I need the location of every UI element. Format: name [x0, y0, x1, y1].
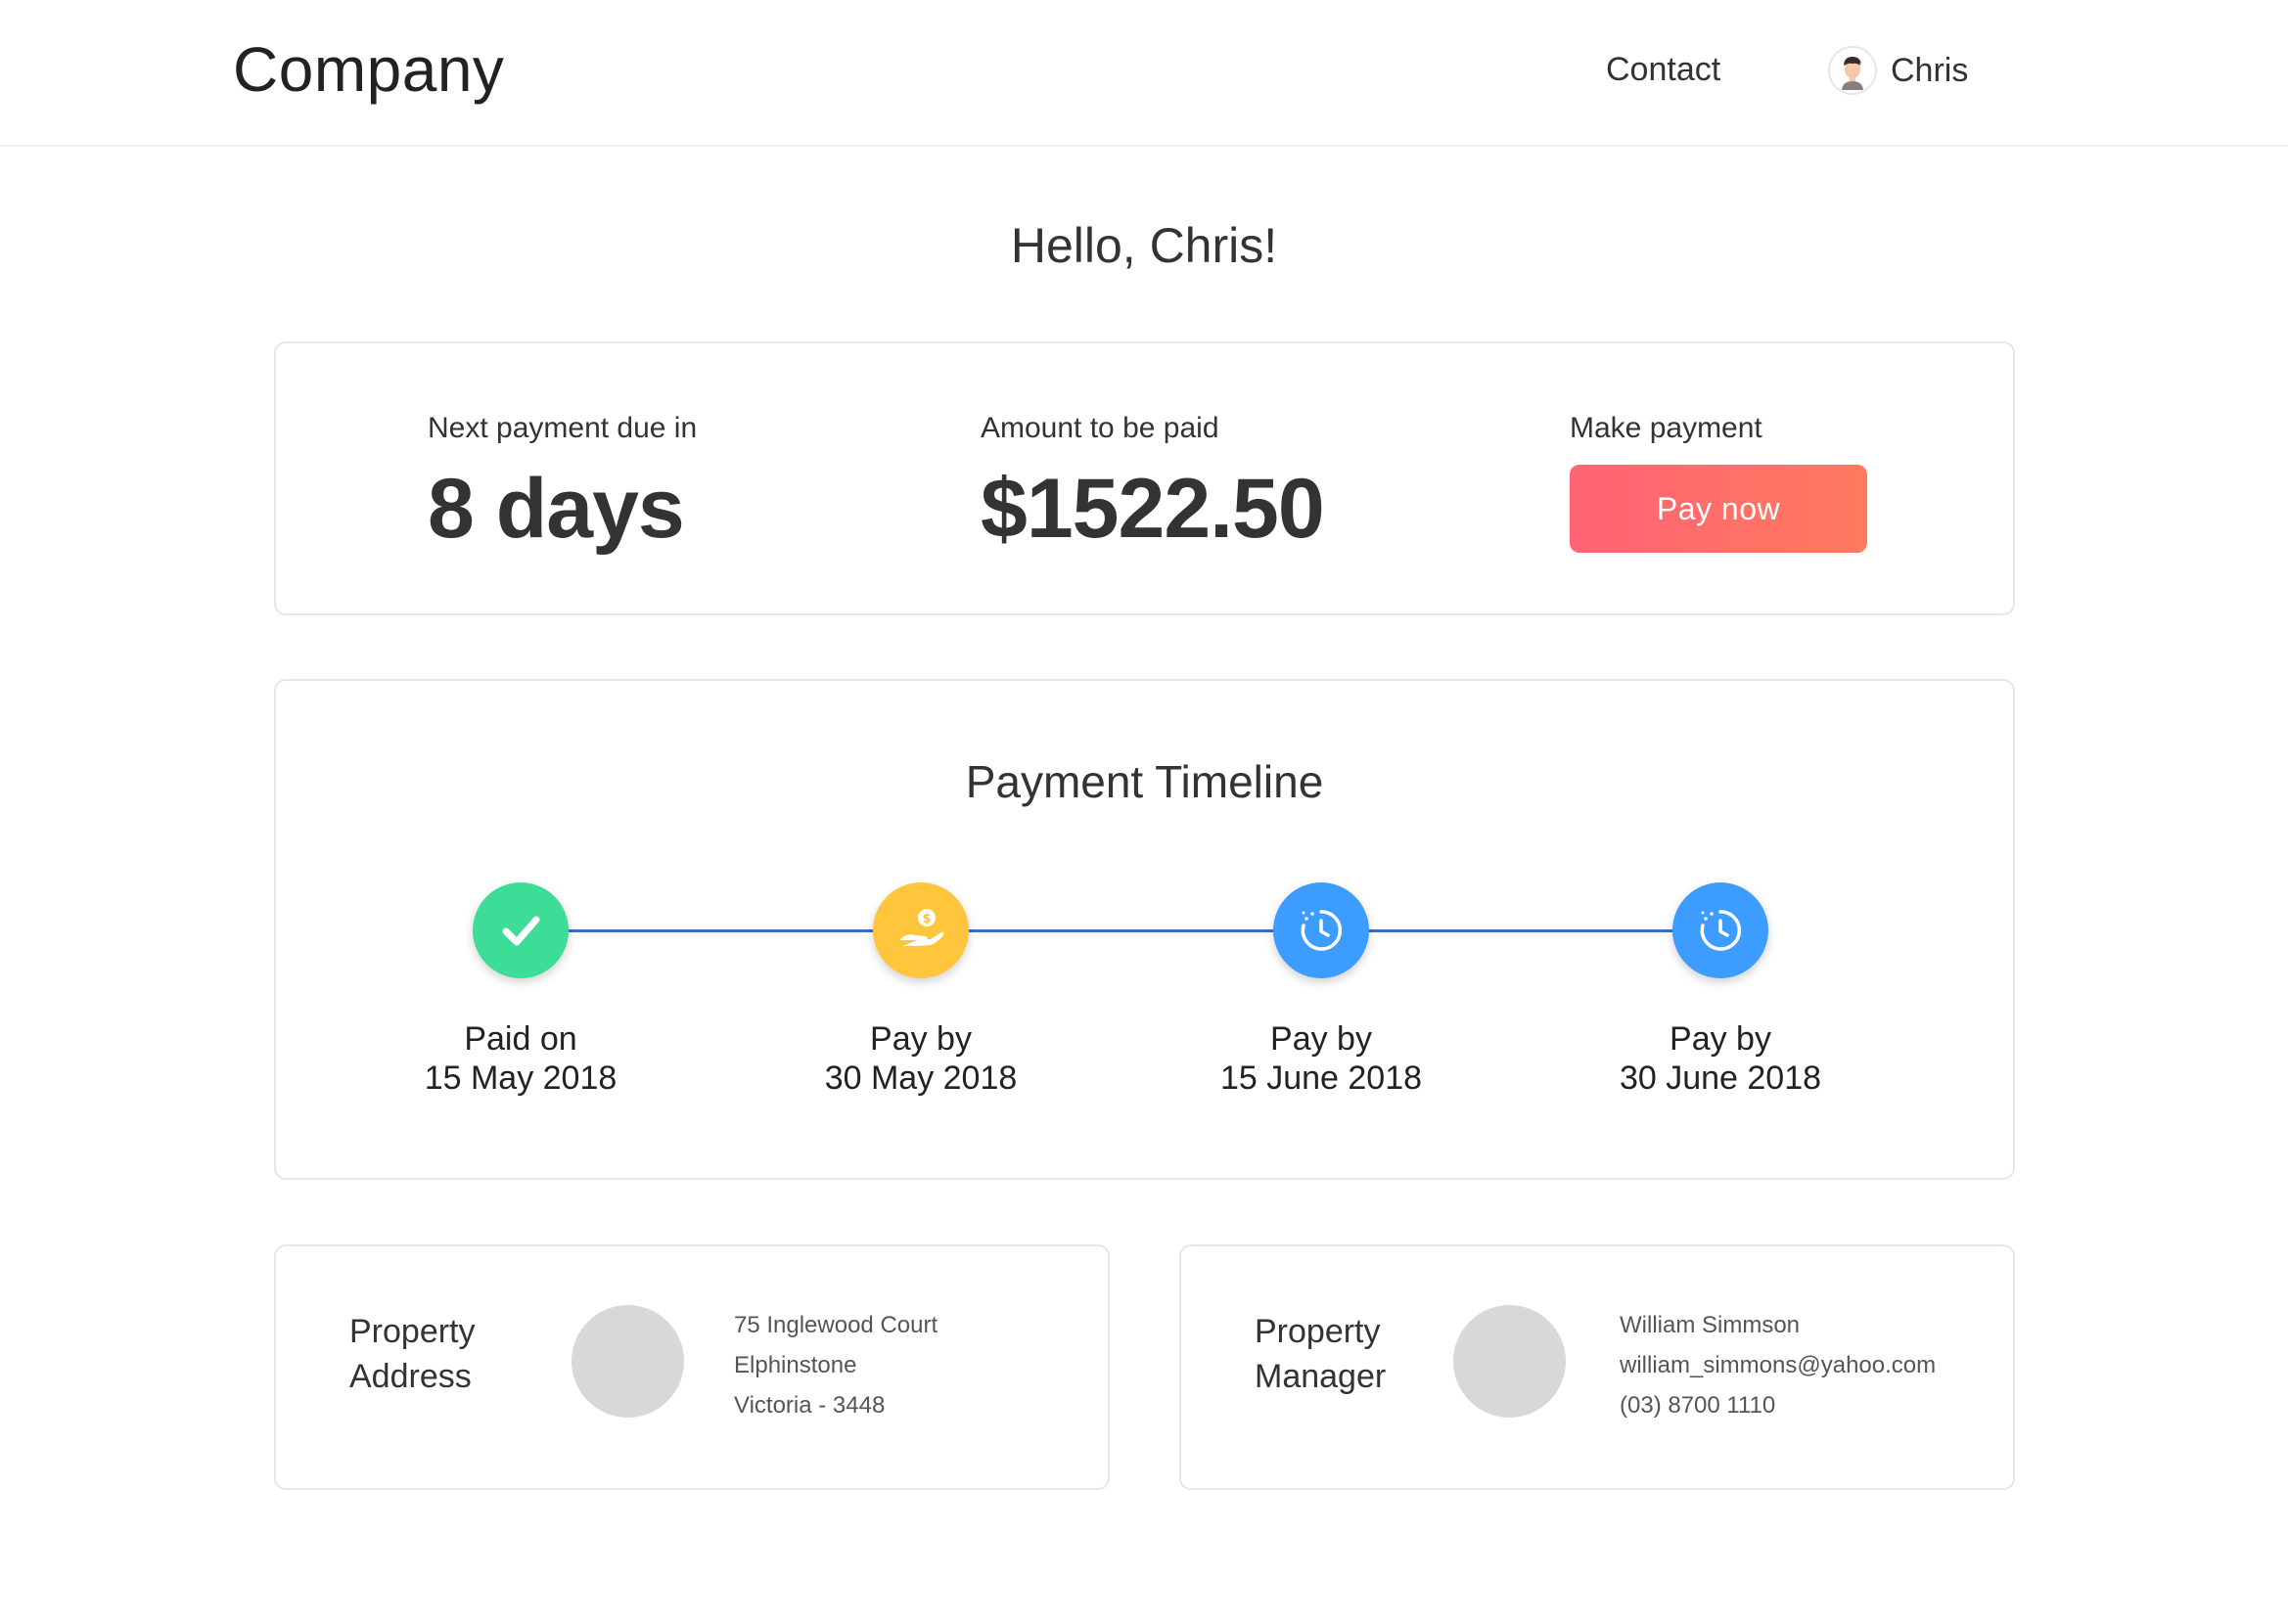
step-label-line1: Pay by — [1270, 1020, 1372, 1058]
title-line2: Address — [349, 1358, 472, 1395]
due-label: Next payment due in — [428, 412, 698, 444]
timer-icon — [1700, 910, 1742, 951]
company-logo[interactable]: Company — [233, 33, 504, 106]
step-label: Pay by 30 May 2018 — [774, 1019, 1068, 1098]
step-status-paid — [473, 882, 569, 978]
step-label-line1: Pay by — [1670, 1020, 1771, 1058]
timeline-step-paid: Paid on 15 May 2018 — [374, 882, 667, 1098]
property-address-lines: 75 Inglewood Court Elphinstone Victoria … — [734, 1305, 938, 1425]
amount-label: Amount to be paid — [981, 412, 1219, 444]
timeline-step-upcoming-2: Pay by 30 June 2018 — [1574, 882, 1867, 1098]
step-status-upcoming — [1672, 882, 1768, 978]
make-payment-label: Make payment — [1570, 412, 1762, 444]
step-label: Pay by 30 June 2018 — [1574, 1019, 1867, 1098]
payment-timeline-card: Payment Timeline Paid on 15 May 2018 $ P… — [274, 679, 2015, 1180]
manager-phone[interactable]: (03) 8700 1110 — [1620, 1385, 1936, 1425]
timer-icon — [1301, 910, 1343, 951]
hand-coin-icon: $ — [899, 909, 944, 947]
timeline-step-due: $ Pay by 30 May 2018 — [774, 882, 1068, 1098]
nav-contact-link[interactable]: Contact — [1606, 51, 1720, 89]
title-line1: Property — [1255, 1313, 1381, 1350]
title-line2: Manager — [1255, 1358, 1387, 1395]
avatar-face-icon — [1833, 51, 1872, 90]
property-address-card: Property Address 75 Inglewood Court Elph… — [274, 1244, 1110, 1490]
step-date: 30 May 2018 — [824, 1060, 1018, 1097]
check-icon — [502, 916, 540, 946]
step-label: Pay by 15 June 2018 — [1174, 1019, 1468, 1098]
property-photo-placeholder — [572, 1305, 684, 1418]
manager-photo-placeholder — [1453, 1305, 1566, 1418]
user-name[interactable]: Chris — [1891, 52, 1968, 90]
user-menu[interactable]: Chris — [1828, 44, 1968, 97]
make-payment-section: Make payment Pay now — [1570, 412, 1867, 553]
property-manager-title: Property Manager — [1255, 1309, 1450, 1399]
step-date: 15 May 2018 — [424, 1060, 618, 1097]
payment-summary-card: Next payment due in 8 days Amount to be … — [274, 341, 2015, 615]
manager-email[interactable]: william_simmons@yahoo.com — [1620, 1345, 1936, 1385]
next-payment-section: Next payment due in 8 days — [428, 412, 697, 558]
property-address-title: Property Address — [349, 1309, 545, 1399]
amount-section: Amount to be paid $1522.50 — [981, 412, 1325, 558]
title-line1: Property — [349, 1313, 476, 1350]
address-street: 75 Inglewood Court — [734, 1312, 938, 1338]
property-manager-card: Property Manager William Simmson william… — [1179, 1244, 2015, 1490]
property-manager-lines: William Simmson william_simmons@yahoo.co… — [1620, 1305, 1936, 1425]
step-label: Paid on 15 May 2018 — [374, 1019, 667, 1098]
step-date: 15 June 2018 — [1219, 1060, 1423, 1097]
top-header: Company Contact Chris — [0, 0, 2288, 147]
timeline-connector-line — [521, 929, 1720, 932]
address-suburb: Elphinstone — [734, 1352, 857, 1378]
timeline-step-upcoming-1: Pay by 15 June 2018 — [1174, 882, 1468, 1098]
due-value: 8 days — [428, 462, 685, 556]
user-avatar[interactable] — [1828, 46, 1877, 95]
pay-now-button[interactable]: Pay now — [1570, 465, 1867, 553]
step-status-upcoming — [1273, 882, 1369, 978]
timeline-title: Payment Timeline — [965, 756, 1324, 807]
step-date: 30 June 2018 — [1619, 1060, 1822, 1097]
step-status-due: $ — [873, 882, 969, 978]
amount-value: $1522.50 — [981, 462, 1325, 556]
step-label-line1: Pay by — [870, 1020, 972, 1058]
address-state-postcode: Victoria - 3448 — [734, 1392, 886, 1419]
step-label-line1: Paid on — [464, 1020, 577, 1058]
greeting-heading: Hello, Chris! — [1010, 218, 1278, 273]
svg-text:$: $ — [922, 912, 931, 926]
manager-name: William Simmson — [1620, 1312, 1801, 1338]
